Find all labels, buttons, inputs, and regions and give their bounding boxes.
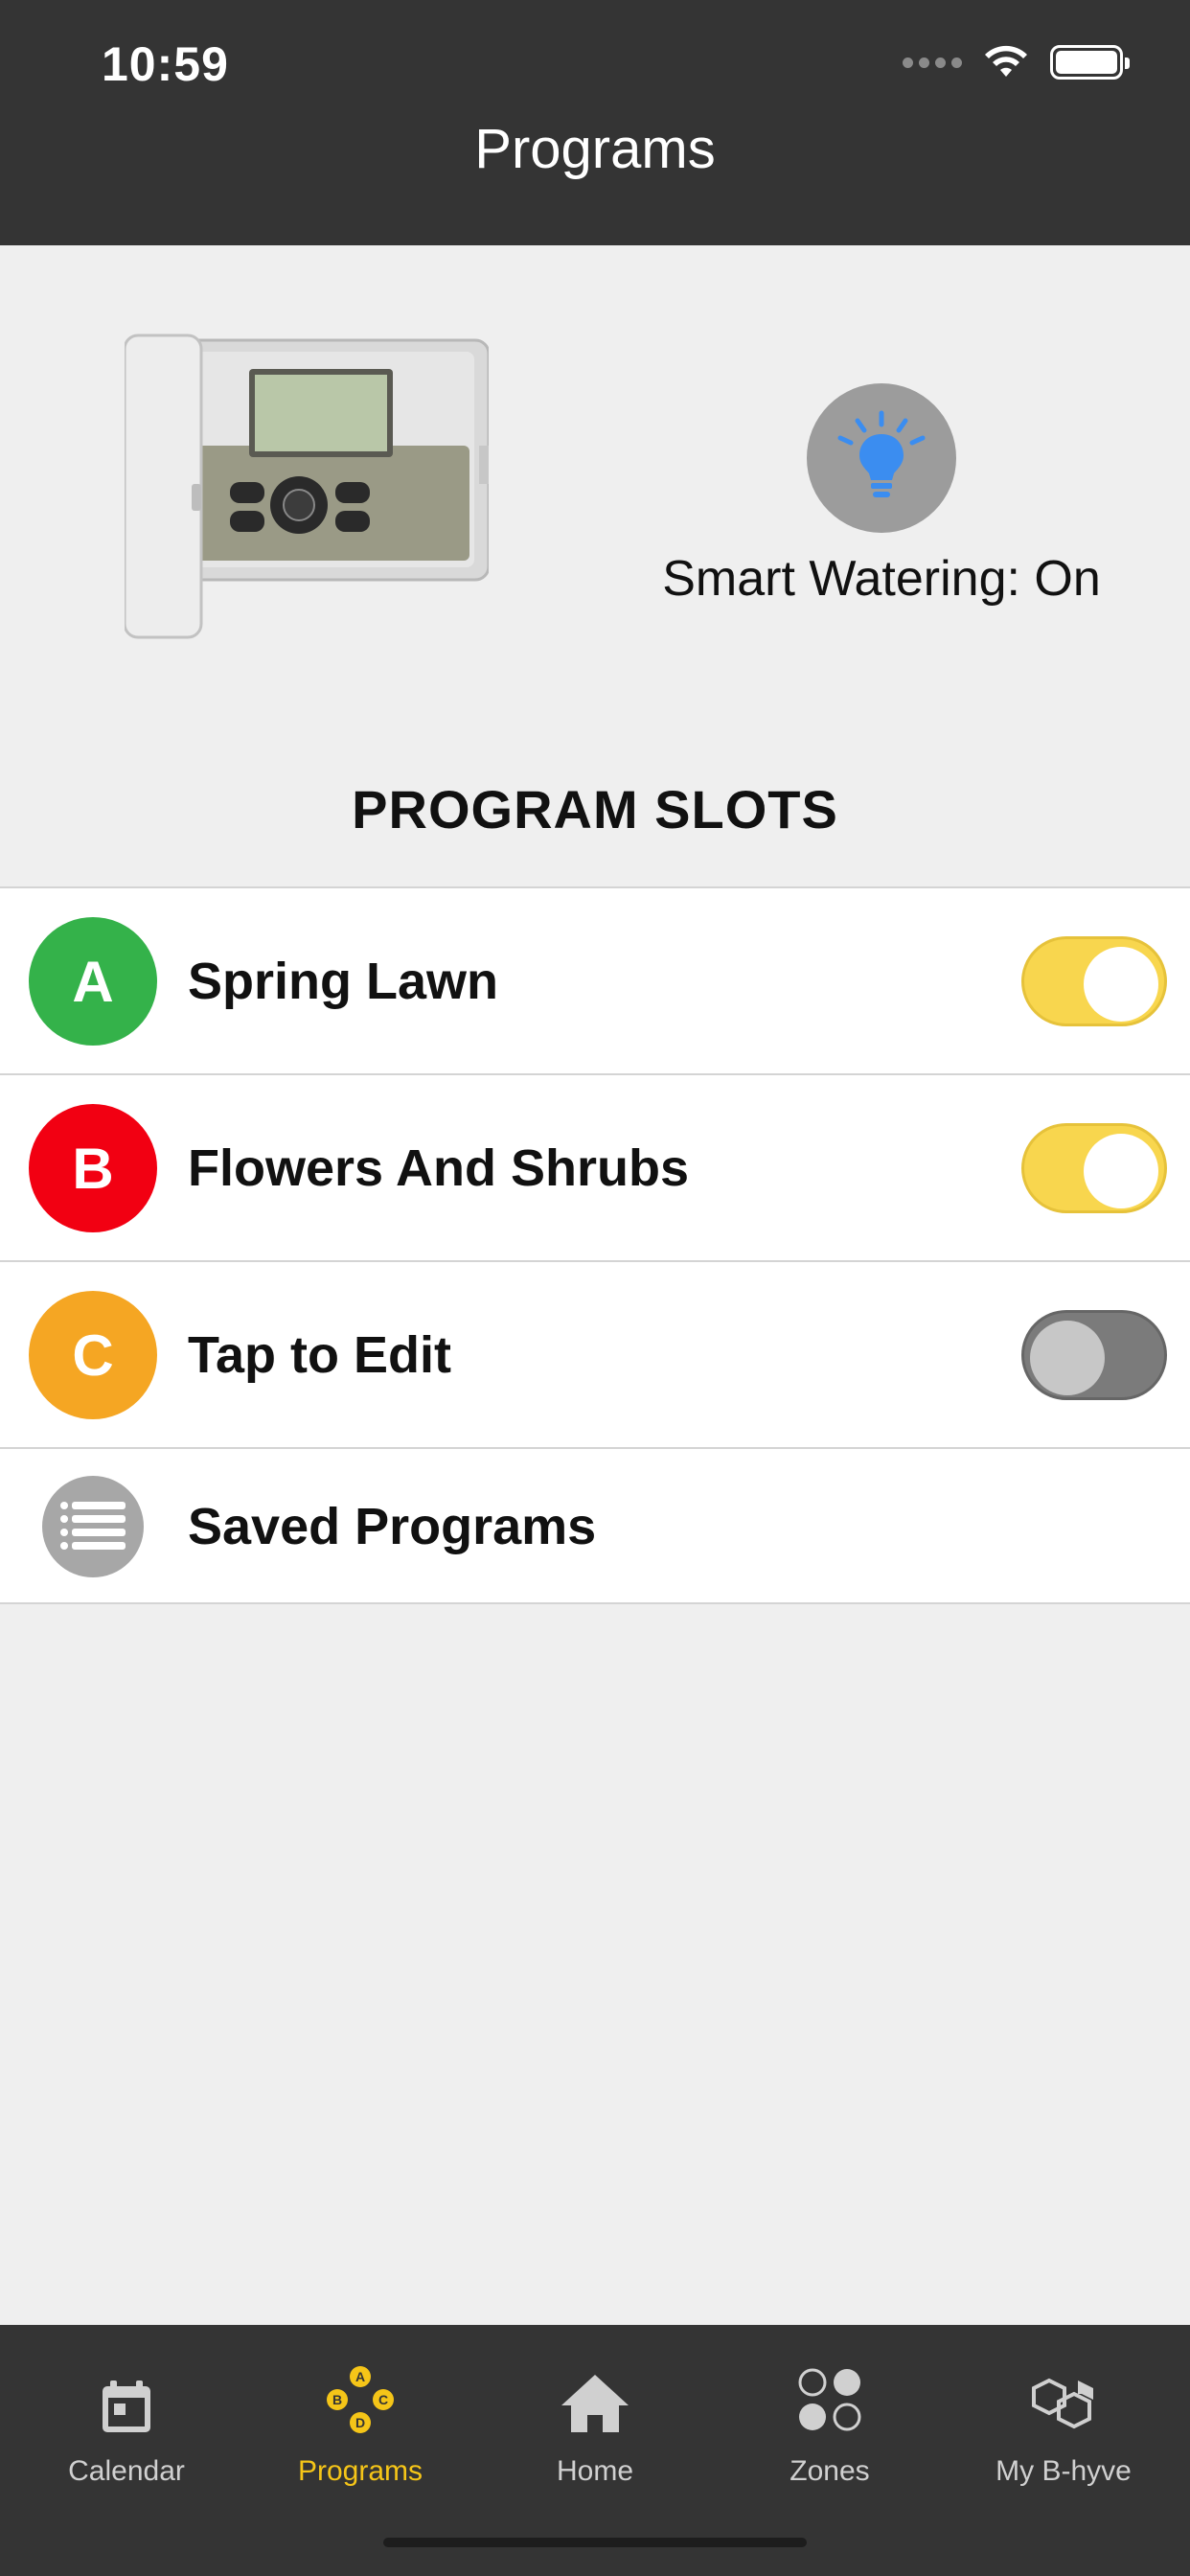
tab-label: Programs [297, 2455, 423, 2487]
tab-calendar[interactable]: Calendar [8, 2325, 245, 2517]
program-toggle-b[interactable] [1021, 1123, 1167, 1213]
program-row-c[interactable]: C Tap to Edit [0, 1262, 1190, 1449]
program-toggle-a[interactable] [1021, 936, 1167, 1026]
lightbulb-icon [837, 410, 926, 497]
program-row-a[interactable]: A Spring Lawn [0, 888, 1190, 1075]
home-icon [561, 2375, 629, 2432]
section-title: PROGRAM SLOTS [352, 779, 838, 840]
calendar-icon [103, 2380, 150, 2432]
home-indicator[interactable] [383, 2538, 807, 2547]
tab-my-bhyve[interactable]: My B-hyve [945, 2325, 1182, 2517]
status-time: 10:59 [102, 37, 229, 91]
svg-text:B: B [332, 2392, 342, 2407]
svg-text:A: A [355, 2369, 365, 2384]
tab-label: Calendar [68, 2455, 185, 2487]
program-name: Flowers And Shrubs [188, 1139, 690, 1197]
tab-home[interactable]: Home [476, 2325, 714, 2517]
hexagon-icon [1032, 2378, 1093, 2429]
program-list: A Spring Lawn B Flowers And Shrubs C Tap… [0, 886, 1190, 1604]
tab-label: My B-hyve [995, 2455, 1132, 2487]
programs-abcd-icon: AB CD [327, 2366, 394, 2433]
tab-zones[interactable]: Zones [711, 2325, 949, 2517]
program-badge-c: C [29, 1291, 157, 1419]
list-icon [42, 1476, 144, 1577]
saved-programs-row[interactable]: Saved Programs [0, 1449, 1190, 1604]
cellular-signal-icon [903, 57, 962, 68]
program-toggle-c[interactable] [1021, 1310, 1167, 1400]
program-name: Spring Lawn [188, 953, 498, 1010]
page-title: Programs [474, 118, 716, 180]
zones-icon [798, 2368, 861, 2431]
svg-text:C: C [378, 2392, 388, 2407]
tab-label: Home [556, 2455, 634, 2487]
program-name: Tap to Edit [188, 1326, 451, 1384]
smart-watering-bulb[interactable] [807, 383, 956, 533]
navigation-bar: 10:59 Programs [0, 0, 1190, 245]
tab-label: Zones [790, 2455, 870, 2487]
smart-watering-status[interactable]: Smart Watering: On [632, 383, 1131, 608]
status-icons [903, 44, 1130, 80]
tab-programs[interactable]: AB CD Programs [241, 2325, 479, 2517]
smart-watering-label: Smart Watering: On [662, 551, 1101, 607]
svg-text:D: D [355, 2415, 365, 2430]
wifi-icon [985, 45, 1027, 77]
saved-programs-label: Saved Programs [188, 1498, 597, 1555]
battery-icon [1050, 45, 1130, 80]
program-badge-a: A [29, 917, 157, 1046]
program-badge-b: B [29, 1104, 157, 1232]
controller-device-image [125, 334, 489, 639]
program-row-b[interactable]: B Flowers And Shrubs [0, 1075, 1190, 1262]
